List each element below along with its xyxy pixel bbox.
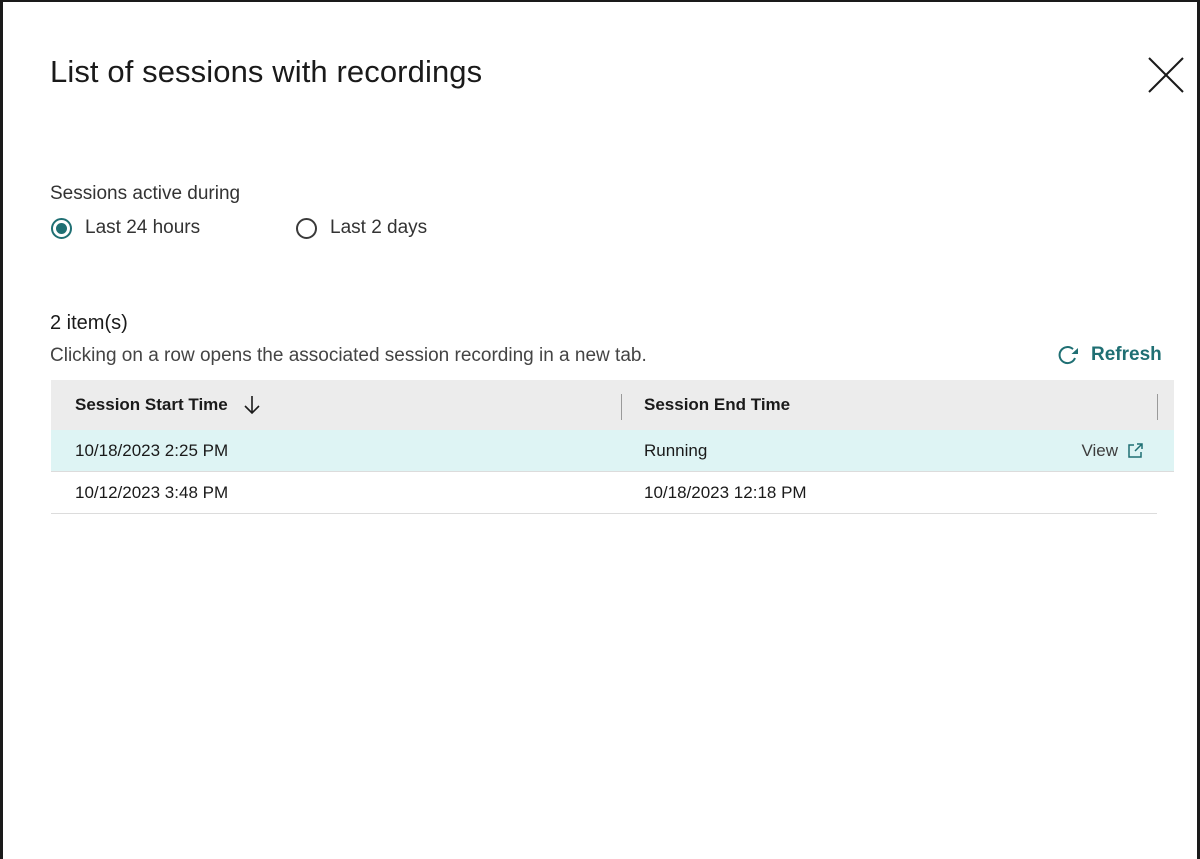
table-hint: Clicking on a row opens the associated s… <box>50 345 647 366</box>
cell-start-time: 10/12/2023 3:48 PM <box>75 483 229 502</box>
view-label: View <box>1081 441 1118 460</box>
column-divider[interactable] <box>621 394 622 420</box>
column-label-end: Session End Time <box>644 395 791 414</box>
column-header-session-start-time[interactable]: Session Start Time <box>75 380 262 430</box>
radio-label-last-24-hours: Last 24 hours <box>85 217 201 238</box>
refresh-icon <box>1058 346 1078 365</box>
table-row[interactable]: 10/18/2023 2:25 PM Running View <box>51 430 1174 472</box>
radio-label-last-2-days: Last 2 days <box>330 217 428 238</box>
close-button[interactable] <box>1146 55 1186 95</box>
cell-start-time: 10/18/2023 2:25 PM <box>75 441 229 460</box>
radio-last-2-days[interactable]: Last 2 days <box>296 217 427 239</box>
radio-button-unselected[interactable] <box>296 217 317 239</box>
dialog-title: List of sessions with recordings <box>50 54 483 89</box>
cell-end-time: 10/18/2023 12:18 PM <box>644 483 807 502</box>
radio-button-selected[interactable] <box>51 217 72 239</box>
table-row[interactable]: 10/12/2023 3:48 PM 10/18/2023 12:18 PM <box>51 472 1157 514</box>
cell-end-time: Running <box>644 441 708 460</box>
view-link[interactable]: View <box>1081 430 1144 472</box>
item-count: 2 item(s) <box>50 312 128 334</box>
radio-last-24-hours[interactable]: Last 24 hours <box>51 217 200 239</box>
external-link-icon <box>1128 443 1143 458</box>
column-header-session-end-time[interactable]: Session End Time <box>644 380 790 430</box>
arrow-down-icon <box>244 396 260 415</box>
refresh-button[interactable]: Refresh <box>1056 344 1162 366</box>
sessions-table: Session Start Time Session End Time 10/1… <box>51 380 1174 514</box>
column-divider[interactable] <box>1157 394 1158 420</box>
column-label-start: Session Start Time <box>75 395 228 414</box>
filter-label: Sessions active during <box>50 183 241 204</box>
table-header: Session Start Time Session End Time <box>51 380 1174 430</box>
dialog-panel: List of sessions with recordings Session… <box>0 0 1200 859</box>
refresh-label: Refresh <box>1091 344 1162 365</box>
close-icon <box>1148 57 1184 93</box>
